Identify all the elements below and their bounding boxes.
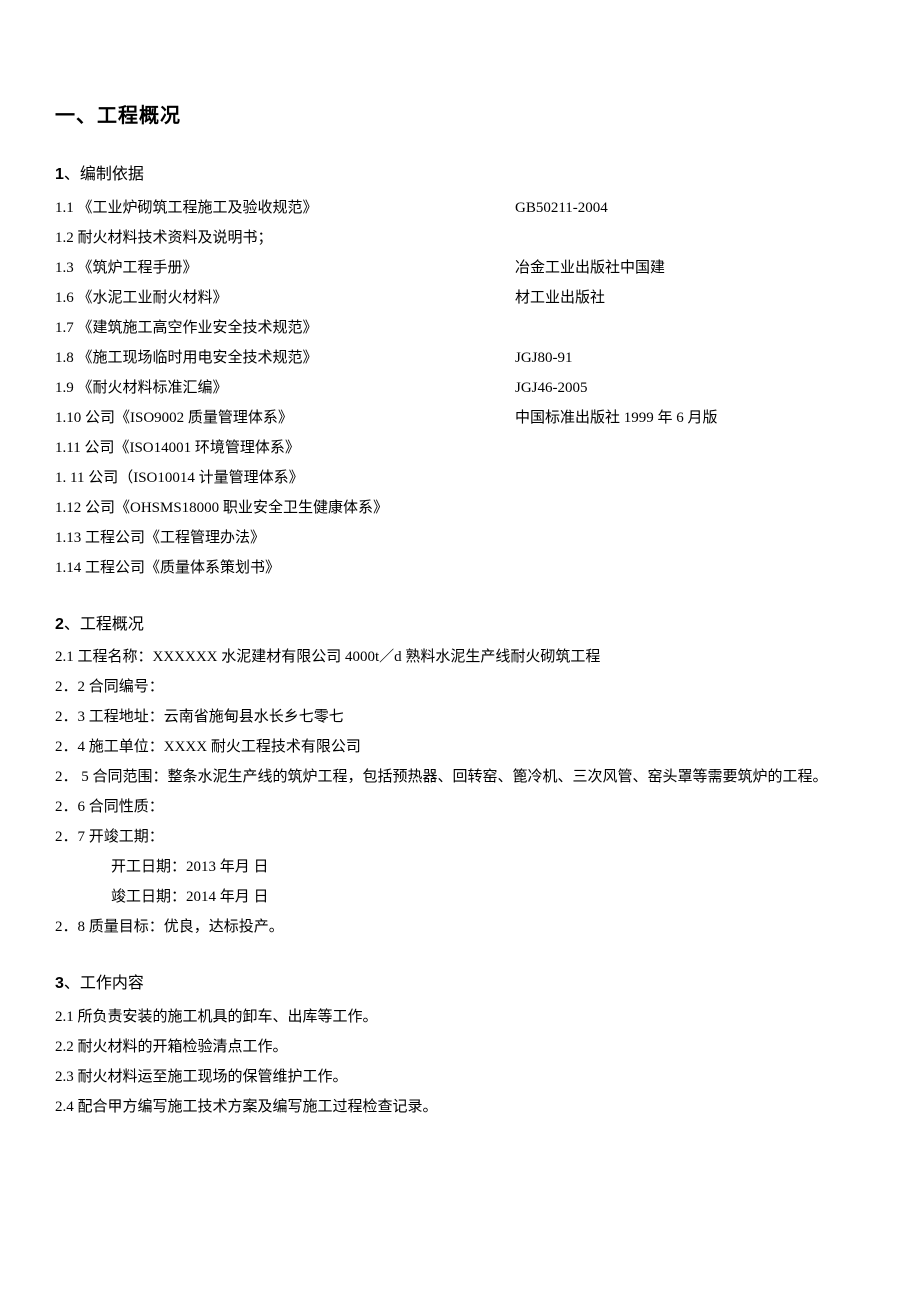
date-line: 竣工日期：2014 年月 日 (55, 885, 865, 909)
row-right: 材工业出版社 (515, 286, 865, 310)
row-left: 1.3 《筑炉工程手册》 (55, 256, 515, 280)
row-right (515, 496, 865, 520)
section3-list: 2.1 所负责安装的施工机具的卸车、出库等工作。 2.2 耐火材料的开箱检验清点工… (55, 1005, 865, 1119)
list-item: 2．4 施工单位：XXXX 耐火工程技术有限公司 (55, 735, 865, 759)
list-item: 2． 5 合同范围：整条水泥生产线的筑炉工程，包括预热器、回转窑、篦冷机、三次风… (55, 765, 865, 789)
section2-dates: 开工日期：2013 年月 日竣工日期：2014 年月 日 (55, 855, 865, 909)
list-row: 1.1 《工业炉砌筑工程施工及验收规范》GB50211-2004 (55, 196, 865, 220)
list-row: 1.7 《建筑施工高空作业安全技术规范》 (55, 316, 865, 340)
row-right: JGJ46-2005 (515, 376, 865, 400)
section1-list: 1.1 《工业炉砌筑工程施工及验收规范》GB50211-20041.2 耐火材料… (55, 196, 865, 580)
row-right (515, 436, 865, 460)
section1-num: 1 (55, 166, 64, 183)
section2-list: 2.1 工程名称：XXXXXX 水泥建材有限公司 4000t／d 熟料水泥生产线… (55, 645, 865, 849)
row-right (515, 556, 865, 580)
list-row: 1.13 工程公司《工程管理办法》 (55, 526, 865, 550)
row-right (515, 466, 865, 490)
list-item: 2.4 配合甲方编写施工技术方案及编写施工过程检查记录。 (55, 1095, 865, 1119)
row-left: 1.13 工程公司《工程管理办法》 (55, 526, 515, 550)
list-row: 1.12 公司《OHSMS18000 职业安全卫生健康体系》 (55, 496, 865, 520)
row-right (515, 226, 865, 250)
list-item: 2.2 耐火材料的开箱检验清点工作。 (55, 1035, 865, 1059)
list-item: 2．6 合同性质： (55, 795, 865, 819)
row-right (515, 316, 865, 340)
list-row: 1.6 《水泥工业耐火材料》材工业出版社 (55, 286, 865, 310)
row-left: 1.6 《水泥工业耐火材料》 (55, 286, 515, 310)
section2-item28: 2．8 质量目标：优良，达标投产。 (55, 915, 865, 939)
list-row: 1.2 耐火材料技术资料及说明书； (55, 226, 865, 250)
list-row: 1.10 公司《ISO9002 质量管理体系》中国标准出版社 1999 年 6 … (55, 406, 865, 430)
row-left: 1.1 《工业炉砌筑工程施工及验收规范》 (55, 196, 515, 220)
row-left: 1.10 公司《ISO9002 质量管理体系》 (55, 406, 515, 430)
date-line: 开工日期：2013 年月 日 (55, 855, 865, 879)
row-left: 1.8 《施工现场临时用电安全技术规范》 (55, 346, 515, 370)
row-right: GB50211-2004 (515, 196, 865, 220)
section3-num: 3 (55, 975, 64, 992)
row-right (515, 526, 865, 550)
list-item: 2.1 所负责安装的施工机具的卸车、出库等工作。 (55, 1005, 865, 1029)
list-row: 1.11 公司《ISO14001 环境管理体系》 (55, 436, 865, 460)
row-right: 冶金工业出版社中国建 (515, 256, 865, 280)
row-left: 1.9 《耐火材料标准汇编》 (55, 376, 515, 400)
list-row: 1.8 《施工现场临时用电安全技术规范》JGJ80-91 (55, 346, 865, 370)
section2-heading: 2、工程概况 (55, 612, 865, 638)
row-left: 1.7 《建筑施工高空作业安全技术规范》 (55, 316, 515, 340)
list-item: 2.3 耐火材料运至施工现场的保管维护工作。 (55, 1065, 865, 1089)
row-left: 1.11 公司《ISO14001 环境管理体系》 (55, 436, 515, 460)
row-left: 1.14 工程公司《质量体系策划书》 (55, 556, 515, 580)
page-title: 一、工程概况 (55, 100, 865, 132)
section3-heading: 3、工作内容 (55, 971, 865, 997)
list-row: 1.3 《筑炉工程手册》冶金工业出版社中国建 (55, 256, 865, 280)
row-right: 中国标准出版社 1999 年 6 月版 (515, 406, 865, 430)
section3-text: 、工作内容 (64, 975, 144, 992)
section1-text: 、编制依据 (64, 166, 144, 183)
list-item: 2．3 工程地址：云南省施甸县水长乡七零七 (55, 705, 865, 729)
list-item: 2．2 合同编号： (55, 675, 865, 699)
section2-num: 2 (55, 616, 64, 633)
section2-text: 、工程概况 (64, 616, 144, 633)
row-left: 1.2 耐火材料技术资料及说明书； (55, 226, 515, 250)
list-item: 2．7 开竣工期： (55, 825, 865, 849)
row-right: JGJ80-91 (515, 346, 865, 370)
row-left: 1. 11 公司（ISO10014 计量管理体系》 (55, 466, 515, 490)
list-row: 1.9 《耐火材料标准汇编》JGJ46-2005 (55, 376, 865, 400)
row-left: 1.12 公司《OHSMS18000 职业安全卫生健康体系》 (55, 496, 515, 520)
list-row: 1. 11 公司（ISO10014 计量管理体系》 (55, 466, 865, 490)
list-row: 1.14 工程公司《质量体系策划书》 (55, 556, 865, 580)
section1-heading: 1、编制依据 (55, 162, 865, 188)
list-item: 2.1 工程名称：XXXXXX 水泥建材有限公司 4000t／d 熟料水泥生产线… (55, 645, 865, 669)
